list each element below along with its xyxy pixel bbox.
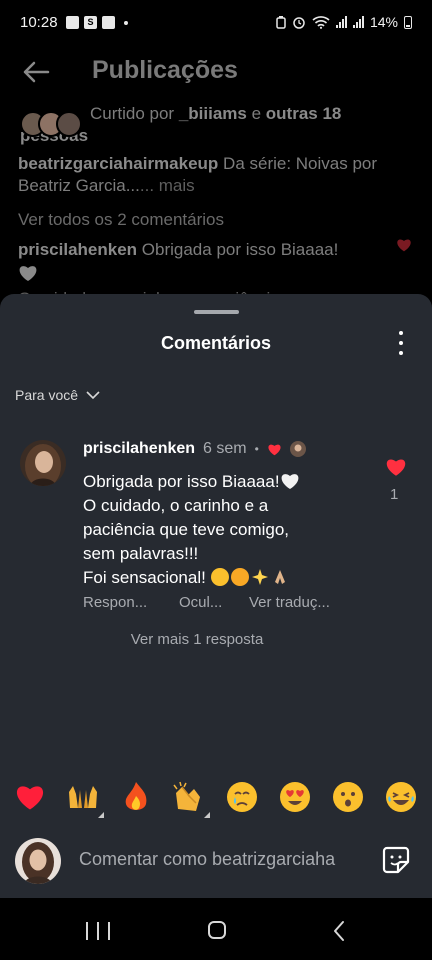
system-icons: 14%: [276, 14, 412, 30]
filter-dropdown[interactable]: Para você: [15, 387, 100, 403]
comment-input[interactable]: [79, 846, 369, 872]
comment-actions: Respon... Ocul... Ver traduç...: [83, 594, 330, 611]
gallery-icon: [66, 16, 79, 29]
comment-text: Obrigada por isso Biaaaa! O cuidado, o c…: [83, 470, 383, 590]
drag-handle[interactable]: [194, 310, 239, 314]
avatar[interactable]: [20, 440, 66, 486]
clapping-hands-emoji-icon[interactable]: [172, 780, 210, 818]
holding-back-tears-emoji-icon: [210, 568, 229, 586]
heart-emoji-icon[interactable]: [13, 780, 47, 814]
likes-mid: e: [246, 104, 266, 123]
sheet-title: Comentários: [160, 333, 272, 353]
translate-button[interactable]: Ver traduç...: [249, 594, 330, 611]
comment-line: paciência que teve comigo,: [83, 520, 290, 539]
fire-emoji-icon[interactable]: [119, 780, 153, 814]
sparkles-emoji-icon: [251, 569, 268, 585]
signal-icon: [352, 16, 364, 28]
sticker-icon[interactable]: [381, 845, 411, 875]
s-app-icon: S: [84, 16, 97, 29]
filter-label: Para você: [15, 387, 79, 403]
raising-hands-emoji-icon[interactable]: [66, 780, 104, 818]
status-bar: 10:28 S 14%: [0, 0, 432, 48]
comment-line: sem palavras!!!: [83, 544, 199, 563]
page-title: Publicações: [92, 56, 238, 84]
caption-more[interactable]: ... mais: [140, 176, 195, 195]
comment-line: O cuidado, o carinho e a: [83, 496, 269, 515]
home-icon[interactable]: [208, 921, 226, 939]
more-options-icon[interactable]: [394, 331, 408, 355]
caption-username[interactable]: beatrizgarciahairmakeup: [18, 154, 218, 173]
avatar: [15, 838, 61, 884]
heart-icon[interactable]: [396, 237, 412, 253]
surprised-face-emoji-icon[interactable]: [331, 780, 365, 814]
laughing-face-emoji-icon[interactable]: [384, 780, 418, 814]
hide-button[interactable]: Ocul...: [179, 594, 249, 611]
notification-icons: S: [66, 16, 128, 29]
recent-apps-icon[interactable]: [86, 922, 110, 940]
liker-avatars: [20, 111, 82, 137]
preview-comment-text: Obrigada por isso Biaaaa!: [137, 240, 339, 259]
post-caption[interactable]: beatrizgarciahairmakeup Da série: Noivas…: [18, 153, 418, 197]
preview-comment-user[interactable]: priscilahenken: [18, 240, 137, 259]
comment-separator: •: [254, 442, 259, 456]
avatar: [56, 111, 82, 137]
smiling-hearts-emoji-icon: [230, 568, 249, 586]
author-liked-heart-icon: [268, 444, 281, 455]
battery-icon: [404, 15, 412, 29]
comment-header: priscilahenken 6 sem •: [83, 440, 306, 458]
comment-line: Foi sensacional!: [83, 568, 206, 587]
view-more-replies-button[interactable]: Ver mais 1 resposta: [0, 631, 394, 648]
lock-battery-icon: [276, 16, 286, 29]
likes-others[interactable]: outras 18: [266, 104, 342, 123]
comment-line: Obrigada por isso Biaaaa!: [83, 472, 280, 491]
likes-user[interactable]: _biiiams: [179, 104, 247, 123]
white-heart-emoji-icon: [19, 266, 37, 281]
heart-eyes-emoji-icon[interactable]: [278, 780, 312, 814]
author-avatar-icon: [289, 441, 306, 457]
dot-icon: [124, 20, 128, 25]
likes-prefix: Curtido por: [90, 104, 179, 123]
folded-hands-emoji-icon: [274, 570, 285, 584]
quick-reactions-bar: [0, 780, 432, 826]
status-time: 10:28: [20, 14, 58, 31]
chevron-down-icon: [86, 390, 100, 399]
arrow-left-icon[interactable]: [20, 56, 52, 88]
battery-percent: 14%: [369, 14, 398, 30]
like-heart-icon[interactable]: [385, 456, 407, 478]
wifi-icon: [312, 16, 330, 29]
back-icon[interactable]: [330, 920, 350, 942]
likes-summary[interactable]: Curtido por _biiiams e outras 18 pessoas: [20, 103, 420, 147]
app-icon: [102, 16, 115, 29]
crying-face-emoji-icon[interactable]: [225, 780, 259, 814]
alarm-icon: [293, 17, 305, 29]
white-heart-emoji-icon: [281, 474, 298, 489]
view-all-comments-link[interactable]: Ver todos os 2 comentários: [18, 210, 224, 230]
reply-button[interactable]: Respon...: [83, 594, 179, 611]
comment-time: 6 sem: [203, 440, 247, 457]
preview-comment: priscilahenken Obrigada por isso Biaaaa!: [18, 238, 388, 286]
signal-icon: [335, 16, 347, 28]
comment-username[interactable]: priscilahenken: [83, 440, 195, 458]
like-count: 1: [390, 486, 399, 503]
